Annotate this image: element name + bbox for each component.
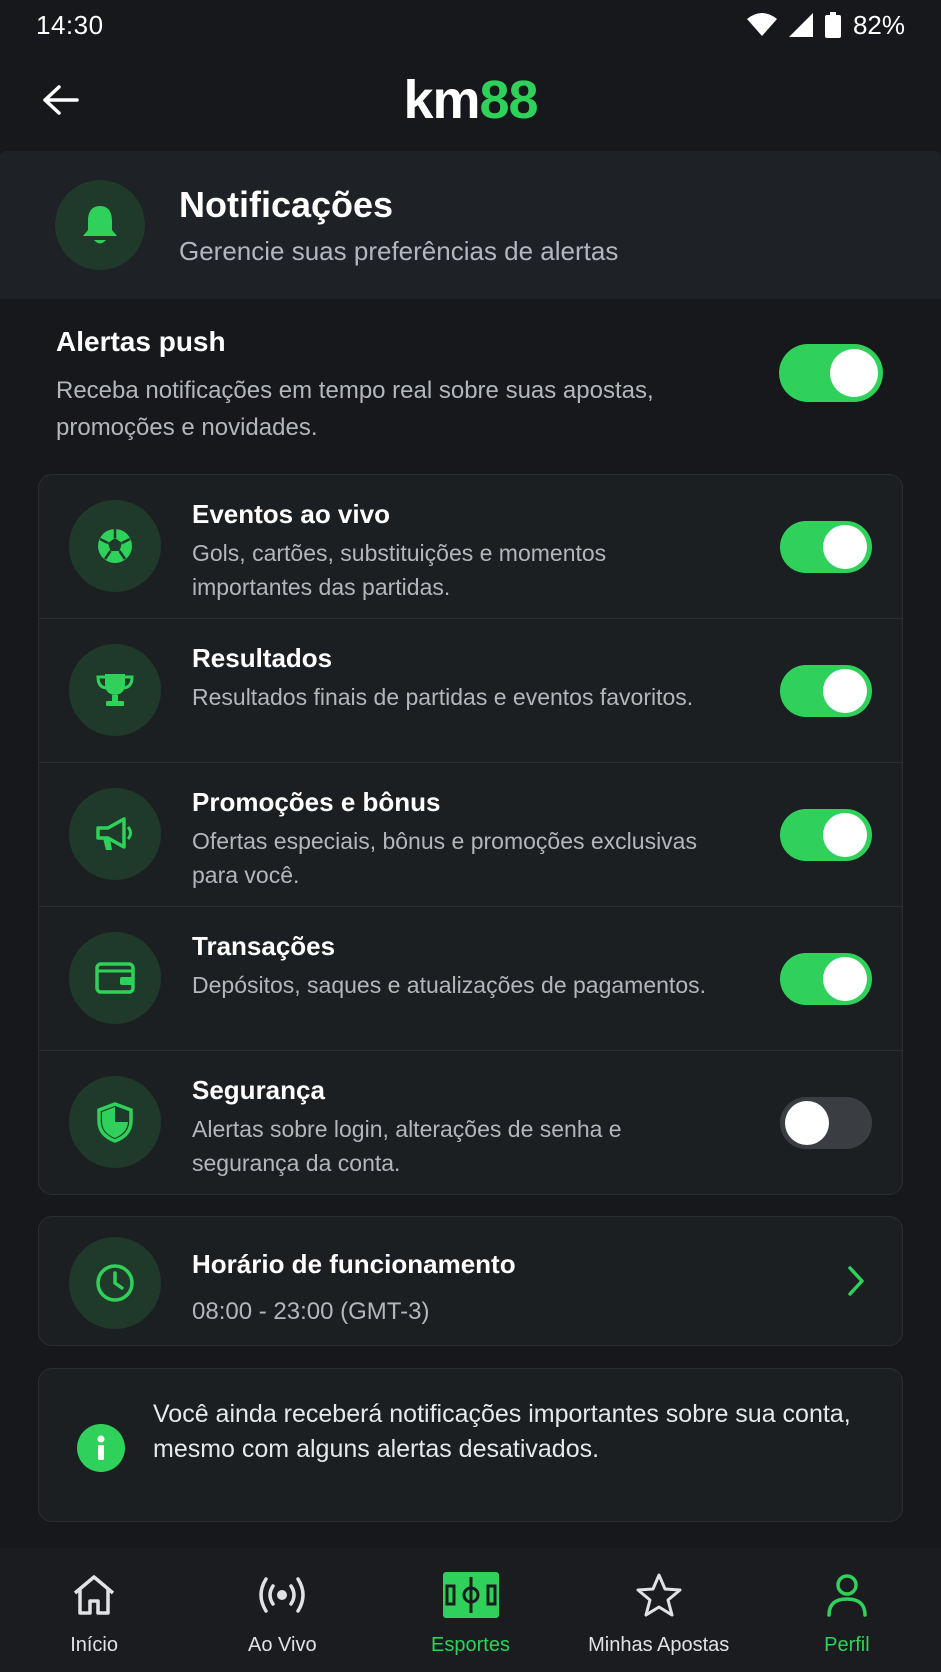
wifi-icon xyxy=(746,13,777,37)
star-icon xyxy=(635,1568,683,1622)
status-indicators: 82% xyxy=(746,9,905,41)
item-title: Resultados xyxy=(192,643,333,673)
item-title: Segurança xyxy=(192,1075,325,1105)
list-item-promotions: Promoções e bônus Ofertas especiais, bôn… xyxy=(39,763,902,907)
logo-suffix: 88 xyxy=(479,70,538,130)
signal-icon xyxy=(788,13,813,37)
nav-ao-vivo[interactable]: Ao Vivo xyxy=(188,1548,376,1672)
info-notice: Você ainda receberá notificações importa… xyxy=(38,1368,903,1522)
list-item-results: Resultados Resultados finais de partidas… xyxy=(39,619,902,763)
shield-icon xyxy=(69,1076,161,1168)
bell-icon xyxy=(55,180,145,270)
trophy-icon xyxy=(69,644,161,736)
item-description: Resultados finais de partidas e eventos … xyxy=(192,684,694,710)
battery-level: 82% xyxy=(852,9,905,40)
toggle-knob xyxy=(830,349,878,397)
arrow-left-icon xyxy=(43,85,79,115)
item-description: Depósitos, saques e atualizações de paga… xyxy=(192,972,706,998)
nav-esportes[interactable]: Esportes xyxy=(376,1548,564,1672)
live-icon xyxy=(256,1568,308,1622)
clock-icon xyxy=(69,1237,161,1329)
item-description: Alertas sobre login, alterações de senha… xyxy=(192,1116,622,1176)
item-title: Transações xyxy=(192,931,336,961)
megaphone-icon xyxy=(69,788,161,880)
km88-logo: km88 xyxy=(403,69,538,131)
nav-label: Esportes xyxy=(431,1634,510,1656)
live-events-toggle[interactable] xyxy=(780,521,872,573)
list-item-live-events: Eventos ao vivo Gols, cartões, substitui… xyxy=(39,475,902,619)
soccer-ball-icon xyxy=(69,500,161,592)
info-icon xyxy=(77,1424,125,1472)
status-time: 14:30 xyxy=(36,9,104,40)
battery-icon xyxy=(824,12,841,38)
schedule-time: 08:00 - 23:00 (GMT-3) xyxy=(192,1298,430,1325)
nav-inicio[interactable]: Início xyxy=(0,1548,188,1672)
transactions-toggle[interactable] xyxy=(780,953,872,1005)
field-icon xyxy=(442,1568,499,1622)
item-description: Ofertas especiais, bônus e promoções exc… xyxy=(192,828,697,888)
chevron-right-icon xyxy=(846,1264,866,1303)
results-toggle[interactable] xyxy=(780,665,872,717)
nav-label: Minhas Apostas xyxy=(588,1634,730,1656)
user-icon xyxy=(825,1568,869,1622)
schedule-title: Horário de funcionamento xyxy=(192,1249,516,1279)
item-description: Gols, cartões, substituições e momentos … xyxy=(192,540,607,600)
push-alerts-description: Receba notificações em tempo real sobre … xyxy=(56,377,654,441)
nav-minhas-apostas[interactable]: Minhas Apostas xyxy=(565,1548,753,1672)
nav-perfil[interactable]: Perfil xyxy=(753,1548,941,1672)
toggle-knob xyxy=(823,957,867,1001)
bottom-navigation: Início Ao Vivo Esportes Minhas Apostas P… xyxy=(0,1548,941,1672)
push-alerts-toggle[interactable] xyxy=(779,344,883,402)
status-bar: 14:30 82% xyxy=(0,0,941,50)
push-alerts-title: Alertas push xyxy=(56,326,226,357)
toggle-knob xyxy=(823,525,867,569)
schedule-row[interactable]: Horário de funcionamento 08:00 - 23:00 (… xyxy=(38,1216,903,1346)
toggle-knob xyxy=(823,813,867,857)
list-item-transactions: Transações Depósitos, saques e atualizaç… xyxy=(39,907,902,1051)
promotions-toggle[interactable] xyxy=(780,809,872,861)
notification-categories-list: Eventos ao vivo Gols, cartões, substitui… xyxy=(38,474,903,1195)
top-bar: km88 xyxy=(0,50,941,150)
item-title: Promoções e bônus xyxy=(192,787,441,817)
info-text: Você ainda receberá notificações importa… xyxy=(153,1400,851,1463)
nav-label: Perfil xyxy=(824,1634,870,1656)
toggle-knob xyxy=(785,1101,829,1145)
page-title: Notificações xyxy=(179,183,394,225)
back-button[interactable] xyxy=(36,76,84,124)
home-icon xyxy=(71,1568,117,1622)
nav-label: Início xyxy=(70,1634,118,1656)
toggle-knob xyxy=(823,669,867,713)
wallet-icon xyxy=(69,932,161,1024)
security-toggle[interactable] xyxy=(780,1097,872,1149)
list-item-security: Segurança Alertas sobre login, alteraçõe… xyxy=(39,1051,902,1195)
logo-prefix: km xyxy=(403,70,480,130)
nav-label: Ao Vivo xyxy=(248,1634,317,1656)
notifications-header: Notificações Gerencie suas preferências … xyxy=(0,151,941,299)
push-alerts-row: Alertas push Receba notificações em temp… xyxy=(56,326,886,446)
item-title: Eventos ao vivo xyxy=(192,499,390,529)
page-subtitle: Gerencie suas preferências de alertas xyxy=(179,235,619,266)
